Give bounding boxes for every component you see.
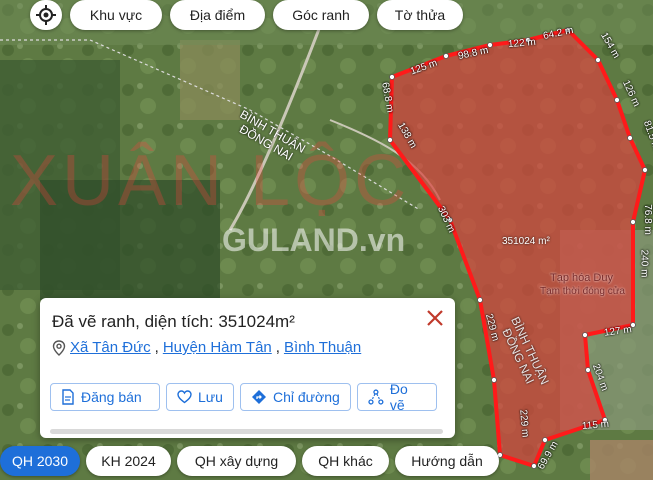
background-watermark: XUÂN LỘC	[10, 141, 411, 221]
post-for-sale-button[interactable]: Đăng bán	[50, 383, 160, 411]
measure-label: Đo vẽ	[389, 381, 408, 413]
measure-button[interactable]: Đo vẽ	[357, 381, 437, 413]
directions-label: Chỉ đường	[273, 389, 340, 405]
address-province-link[interactable]: Bình Thuận	[284, 339, 361, 356]
save-button[interactable]: Lưu	[166, 383, 234, 411]
chip-kh-2024[interactable]: KH 2024	[86, 446, 171, 476]
crosshair-icon	[36, 5, 56, 25]
chip-goc-ranh[interactable]: Góc ranh	[273, 0, 369, 30]
area-label: 351024 m²	[502, 236, 550, 247]
measure-icon	[368, 389, 384, 405]
heart-icon	[177, 390, 192, 404]
chip-huong-dan[interactable]: Hướng dẫn	[395, 446, 499, 476]
chip-qh-2030[interactable]: QH 2030	[0, 446, 80, 476]
chip-qh-xay-dung[interactable]: QH xây dựng	[177, 446, 296, 476]
chip-qh-khac[interactable]: QH khác	[302, 446, 389, 476]
directions-icon	[252, 390, 266, 404]
address-district-link[interactable]: Huyện Hàm Tân	[163, 339, 272, 356]
chip-dia-diem[interactable]: Địa điểm	[170, 0, 265, 30]
address-line: Xã Tân Đức, Huyện Hàm Tân, Bình Thuận	[52, 339, 361, 356]
document-icon	[62, 389, 74, 405]
poi-name[interactable]: Tạp hóa Duy	[550, 272, 613, 284]
chip-khu-vuc[interactable]: Khu vực	[70, 0, 162, 30]
segment-length-label: 76.8 m	[641, 204, 653, 235]
close-icon	[427, 310, 443, 326]
directions-button[interactable]: Chỉ đường	[240, 383, 351, 411]
segment-length-label: 115 m	[581, 418, 610, 433]
location-pin-icon	[52, 339, 66, 356]
address-separator: ,	[275, 339, 280, 356]
map-watermark: GULAND.vn	[222, 222, 406, 258]
my-location-button[interactable]	[30, 0, 62, 30]
segment-length-label: 240 m	[638, 249, 650, 278]
card-title: Đã vẽ ranh, diện tích: 351024m²	[52, 312, 295, 331]
chip-to-thua[interactable]: Tờ thửa	[377, 0, 463, 30]
address-commune-link[interactable]: Xã Tân Đức	[70, 339, 151, 356]
card-actions: Đăng bán Lưu Chỉ đường Đo vẽ	[50, 381, 437, 413]
plot-info-card: Đã vẽ ranh, diện tích: 351024m² Xã Tân Đ…	[40, 298, 455, 438]
card-scrollbar[interactable]	[50, 429, 443, 434]
segment-length-label: 229 m	[517, 409, 531, 438]
poi-status: Tạm thời đóng cửa	[540, 286, 625, 297]
address-separator: ,	[154, 339, 159, 356]
save-label: Lưu	[198, 389, 223, 405]
close-button[interactable]	[421, 304, 449, 332]
post-for-sale-label: Đăng bán	[81, 389, 142, 405]
